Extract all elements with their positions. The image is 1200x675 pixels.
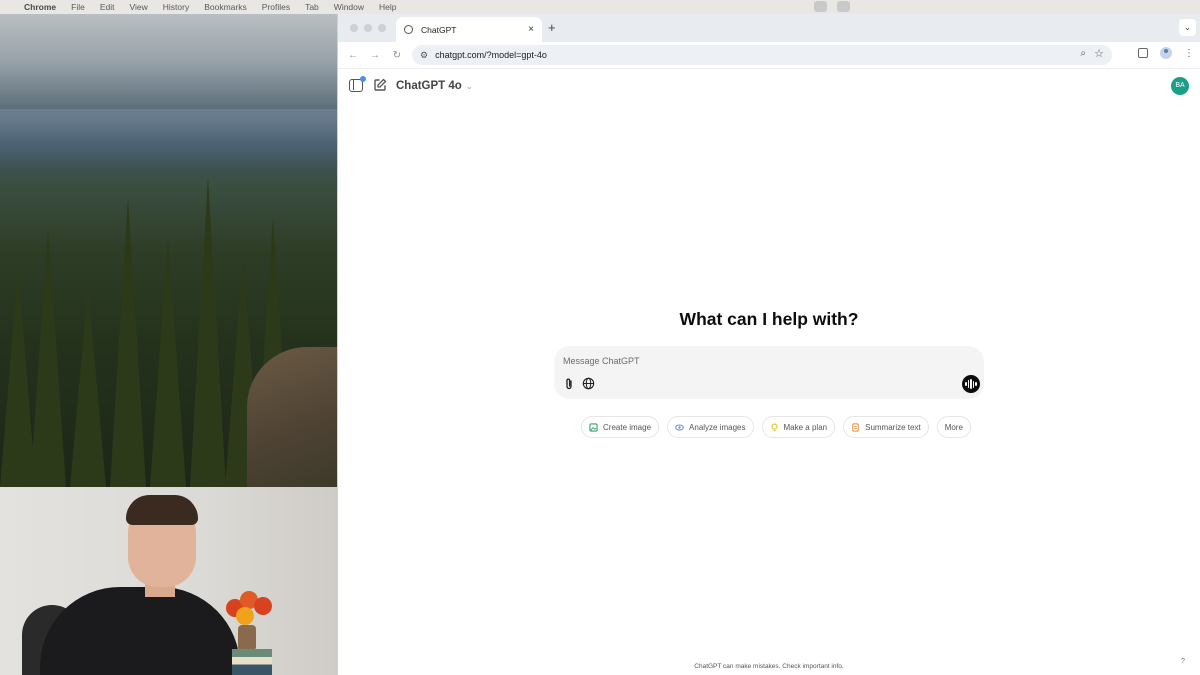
tab-title: ChatGPT <box>421 24 457 35</box>
disclaimer-text: ChatGPT can make mistakes. Check importa… <box>694 663 844 670</box>
chatgpt-page: ChatGPT 4o ⌄ BA What can I help with? Cr… <box>338 69 1200 675</box>
forward-icon[interactable]: → <box>364 50 386 61</box>
minimize-window-button[interactable] <box>364 24 372 32</box>
macos-menu-bar: Chrome File Edit View History Bookmarks … <box>0 0 1200 14</box>
avatar[interactable]: BA <box>1171 77 1189 95</box>
tab-chatgpt[interactable]: ChatGPT × <box>396 17 542 42</box>
menubar-status-icons <box>814 1 850 12</box>
webcam-overlay <box>0 487 337 675</box>
message-input[interactable] <box>563 354 863 368</box>
chip-label: Create image <box>603 422 652 432</box>
reload-icon[interactable]: ↻ <box>386 50 408 61</box>
chatgpt-favicon-icon <box>404 25 413 34</box>
chip-label: Summarize text <box>865 422 921 432</box>
suggestion-chips: Create image Analyze images Make a plan … <box>581 416 971 438</box>
close-tab-icon[interactable]: × <box>528 24 534 35</box>
menu-bookmarks[interactable]: Bookmarks <box>204 2 247 12</box>
menu-help[interactable]: Help <box>379 2 396 12</box>
notification-dot <box>360 76 366 82</box>
screen-share-icon[interactable] <box>837 1 850 12</box>
zoom-icon[interactable]: ⌕ <box>1080 48 1086 59</box>
message-composer <box>554 346 984 399</box>
model-selector[interactable]: ChatGPT 4o ⌄ <box>396 80 473 92</box>
chip-more[interactable]: More <box>936 416 971 438</box>
chip-analyze-images[interactable]: Analyze images <box>667 416 754 438</box>
close-window-button[interactable] <box>350 24 358 32</box>
menu-app-name[interactable]: Chrome <box>24 2 56 12</box>
document-icon <box>852 422 859 432</box>
new-chat-icon[interactable] <box>373 78 387 92</box>
window-controls <box>350 24 386 32</box>
chip-summarize-text[interactable]: Summarize text <box>843 416 929 438</box>
lightbulb-icon <box>770 423 778 431</box>
status-icon[interactable] <box>814 1 827 12</box>
extensions-icon[interactable] <box>1138 48 1148 58</box>
profile-icon[interactable] <box>1160 47 1172 59</box>
sidebar-toggle-icon[interactable] <box>349 76 366 92</box>
model-label: ChatGPT 4o <box>396 80 462 92</box>
menu-profiles[interactable]: Profiles <box>262 2 290 12</box>
chip-make-a-plan[interactable]: Make a plan <box>761 416 836 438</box>
menu-view[interactable]: View <box>129 2 147 12</box>
menu-file[interactable]: File <box>71 2 85 12</box>
desktop-wallpaper <box>0 14 337 487</box>
new-tab-button[interactable]: + <box>548 20 556 35</box>
address-bar[interactable]: ⚙ chatgpt.com/?model=gpt-4o ⌕ ☆ <box>412 45 1112 65</box>
chip-label: Make a plan <box>783 422 828 432</box>
browser-toolbar: ← → ↻ ⚙ chatgpt.com/?model=gpt-4o ⌕ ☆ ⋮ <box>338 42 1200 69</box>
tab-strip: ChatGPT × + ⌄ <box>338 14 1200 42</box>
globe-icon[interactable] <box>582 377 595 390</box>
bookmark-star-icon[interactable]: ☆ <box>1094 47 1104 60</box>
menu-window[interactable]: Window <box>334 2 364 12</box>
paperclip-icon[interactable] <box>563 377 575 391</box>
more-menu-icon[interactable]: ⋮ <box>1184 48 1194 59</box>
toolbar-right: ⋮ <box>1138 47 1194 59</box>
maximize-window-button[interactable] <box>378 24 386 32</box>
chevron-down-icon: ⌄ <box>465 81 473 91</box>
voice-mode-button[interactable] <box>962 375 980 393</box>
chrome-window: ChatGPT × + ⌄ ← → ↻ ⚙ chatgpt.com/?model… <box>337 14 1200 675</box>
tab-search-button[interactable]: ⌄ <box>1179 19 1196 36</box>
menu-tab[interactable]: Tab <box>305 2 319 12</box>
back-icon[interactable]: ← <box>342 50 364 61</box>
menu-history[interactable]: History <box>163 2 189 12</box>
url-text[interactable]: chatgpt.com/?model=gpt-4o <box>435 50 547 60</box>
image-icon <box>589 422 598 432</box>
eye-icon <box>675 423 684 431</box>
site-info-icon[interactable]: ⚙ <box>420 50 428 61</box>
chip-create-image[interactable]: Create image <box>581 416 660 438</box>
page-title: What can I help with? <box>679 309 859 329</box>
chip-label: Analyze images <box>689 422 746 432</box>
help-button[interactable]: ? <box>1181 658 1185 665</box>
chip-label: More <box>944 422 963 432</box>
menu-edit[interactable]: Edit <box>100 2 115 12</box>
